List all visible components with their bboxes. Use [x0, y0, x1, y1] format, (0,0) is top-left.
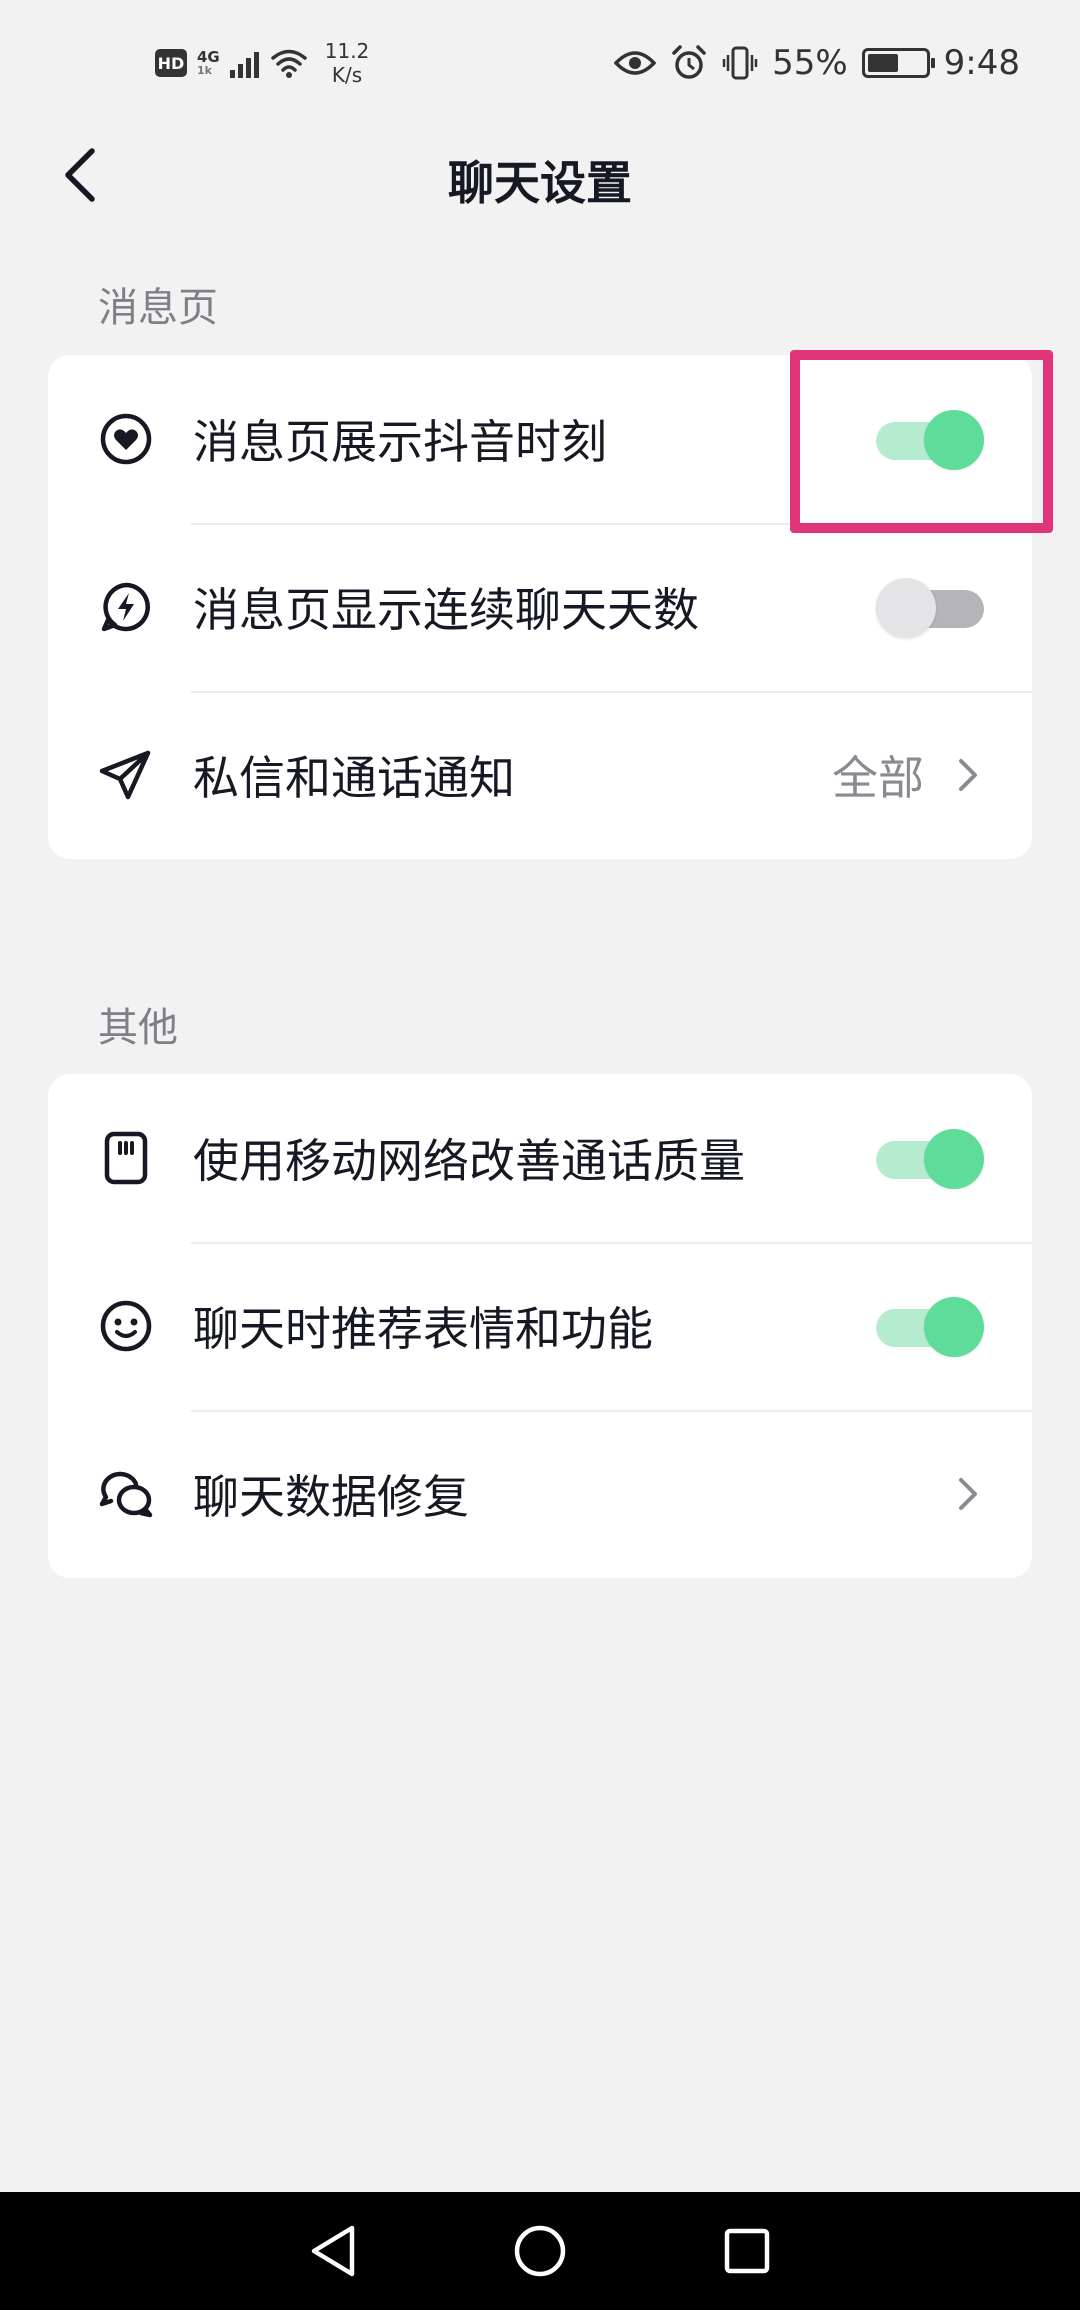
mobile-network-toggle[interactable] [876, 1127, 984, 1189]
chat-bubbles-icon [98, 1466, 154, 1522]
page-title: 聊天设置 [448, 156, 632, 210]
nav-back-button[interactable] [293, 2211, 373, 2291]
toggle-knob [924, 410, 984, 470]
network-speed: 11.2 K/s [325, 39, 370, 87]
nav-recents-button[interactable] [707, 2211, 787, 2291]
setting-row-recommend-emoji: 聊天时推荐表情和功能 [48, 1242, 1032, 1410]
circle-home-icon [514, 2225, 566, 2277]
system-nav-bar [0, 2192, 1080, 2310]
chevron-right-icon [952, 755, 984, 795]
setting-label: 私信和通话通知 [193, 751, 515, 805]
network-type-top: 4G [197, 48, 220, 66]
network-type: 4G 1k [197, 49, 220, 77]
section-label-messages: 消息页 [98, 285, 218, 331]
network-type-bottom: 1k [197, 64, 212, 77]
setting-row-chat-streak: 消息页显示连续聊天天数 [48, 523, 1032, 691]
lightning-chat-icon [98, 579, 154, 635]
status-bar: HD 4G 1k 11.2 K/s 55% 9:48 [0, 0, 1080, 125]
clock: 9:48 [943, 43, 1020, 83]
smiley-icon [98, 1298, 154, 1354]
alarm-icon [672, 45, 706, 79]
recommend-emoji-toggle[interactable] [876, 1295, 984, 1357]
show-moments-toggle[interactable] [876, 408, 984, 470]
paper-plane-icon [98, 747, 154, 803]
settings-card-messages: 消息页展示抖音时刻 消息页显示连续聊天天数 私信和通话通知 全部 [48, 355, 1032, 859]
toggle-knob [924, 1297, 984, 1357]
setting-label: 消息页显示连续聊天天数 [193, 583, 699, 637]
eye-icon [614, 51, 657, 75]
speed-unit: K/s [331, 63, 363, 87]
status-left: HD 4G 1k 11.2 K/s [155, 38, 369, 88]
square-recents-icon [724, 2228, 769, 2274]
section-label-other: 其他 [98, 1005, 178, 1051]
setting-row-chat-repair[interactable]: 聊天数据修复 [48, 1410, 1032, 1578]
chat-streak-toggle[interactable] [876, 576, 984, 638]
signal-icon [229, 48, 259, 78]
setting-label: 聊天数据修复 [193, 1470, 469, 1524]
chevron-right-icon [952, 1474, 984, 1514]
setting-row-mobile-network: 使用移动网络改善通话质量 [48, 1074, 1032, 1242]
header: 聊天设置 [0, 125, 1080, 225]
sim-card-icon [98, 1130, 154, 1186]
setting-label: 使用移动网络改善通话质量 [193, 1134, 745, 1188]
status-right: 55% 9:48 [614, 38, 1020, 88]
setting-row-notifications[interactable]: 私信和通话通知 全部 [48, 691, 1032, 859]
notification-value: 全部 [832, 751, 924, 805]
triangle-back-icon [312, 2225, 355, 2277]
vibrate-icon [722, 46, 758, 80]
toggle-knob [924, 1129, 984, 1189]
battery-icon [861, 48, 935, 78]
speed-value: 11.2 [324, 39, 370, 63]
settings-card-other: 使用移动网络改善通话质量 聊天时推荐表情和功能 聊天数据修复 [48, 1074, 1032, 1578]
heart-circle-icon [98, 411, 154, 467]
hd-badge: HD [155, 49, 187, 77]
wifi-icon [271, 49, 307, 78]
battery-percent: 55% [772, 43, 848, 83]
toggle-knob [876, 578, 936, 638]
setting-row-show-moments: 消息页展示抖音时刻 [48, 355, 1032, 523]
setting-label: 聊天时推荐表情和功能 [193, 1302, 653, 1356]
setting-label: 消息页展示抖音时刻 [193, 415, 607, 469]
nav-home-button[interactable] [500, 2211, 580, 2291]
